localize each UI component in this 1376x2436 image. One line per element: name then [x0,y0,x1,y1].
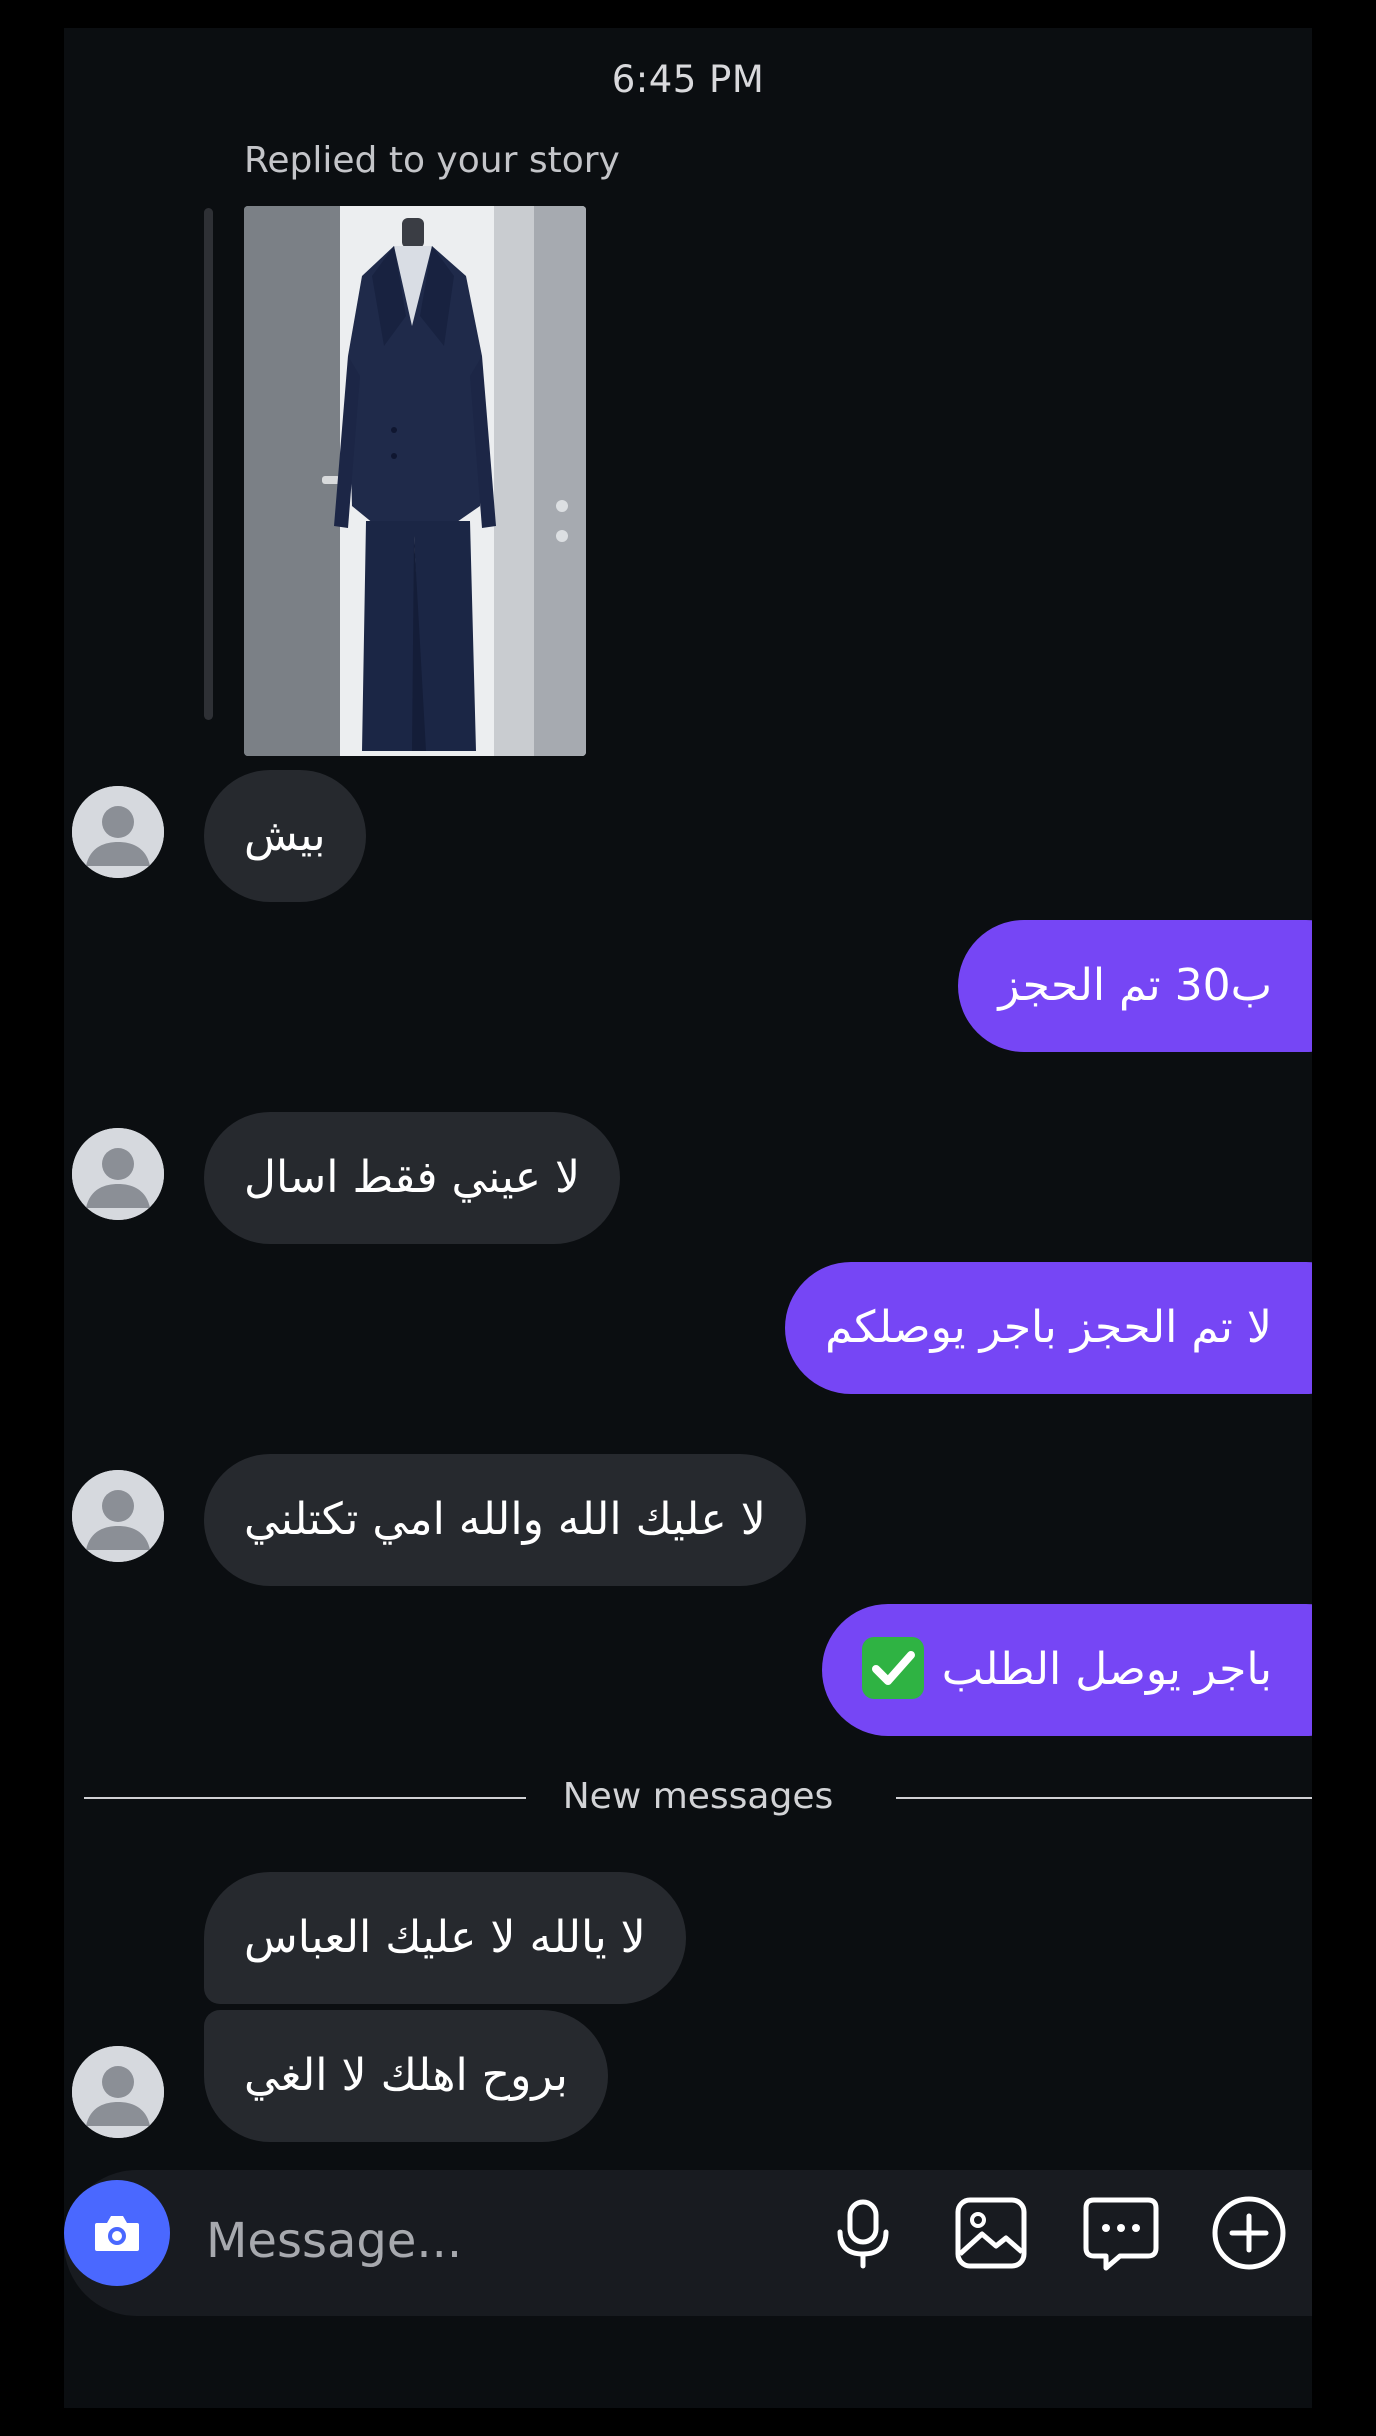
message-composer [64,2170,1312,2316]
plus-button[interactable] [1208,2192,1290,2274]
gallery-button[interactable] [950,2192,1032,2274]
microphone-button[interactable] [822,2192,904,2274]
camera-icon [95,2216,139,2251]
outgoing-message-bubble[interactable]: ب30 تم الحجز [958,920,1312,1052]
sticker-icon [1083,2197,1159,2271]
new-messages-label: New messages [562,1776,834,1817]
user-placeholder-icon [72,786,164,878]
plus-icon [1212,2196,1286,2270]
contact-avatar[interactable] [72,1470,164,1562]
contact-avatar[interactable] [72,786,164,878]
camera-button[interactable] [64,2180,170,2286]
new-messages-divider: New messages [84,1772,1312,1824]
user-placeholder-icon [72,1128,164,1220]
message-timestamp: 6:45 PM [611,58,765,101]
incoming-message-bubble[interactable]: لا يالله لا عليك العباس [204,1872,686,2004]
incoming-message-bubble[interactable]: بروح اهلك لا الغي [204,2010,608,2142]
incoming-message-bubble[interactable]: لا عليك الله والله امي تكتلني [204,1454,806,1586]
contact-avatar[interactable] [72,1128,164,1220]
contact-avatar[interactable] [72,2046,164,2138]
outgoing-message-bubble[interactable]: باجر يوصل الطلب [821,1604,1312,1736]
gallery-icon [955,2197,1027,2269]
user-placeholder-icon [72,2046,164,2138]
navy-suit-photo-icon [244,206,586,756]
sticker-button[interactable] [1080,2192,1162,2274]
chat-screen: 6:45 PM Replied to your story بيش ب30 تم… [64,28,1312,2408]
microphone-icon [837,2199,889,2269]
incoming-message-bubble[interactable]: لا عيني فقط اسال [204,1112,621,1244]
message-input[interactable] [204,2200,708,2282]
story-thumbnail[interactable] [244,206,586,756]
check-mark-button-emoji-icon [861,1637,924,1699]
user-placeholder-icon [72,1470,164,1562]
reply-quote-bar [204,208,213,720]
outgoing-message-bubble[interactable]: لا تم الحجز باجر يوصلكم [785,1262,1312,1394]
outgoing-message-text: باجر يوصل الطلب [941,1644,1272,1695]
incoming-message-bubble[interactable]: بيش [204,770,366,902]
replied-to-story-label: Replied to your story [244,140,620,181]
